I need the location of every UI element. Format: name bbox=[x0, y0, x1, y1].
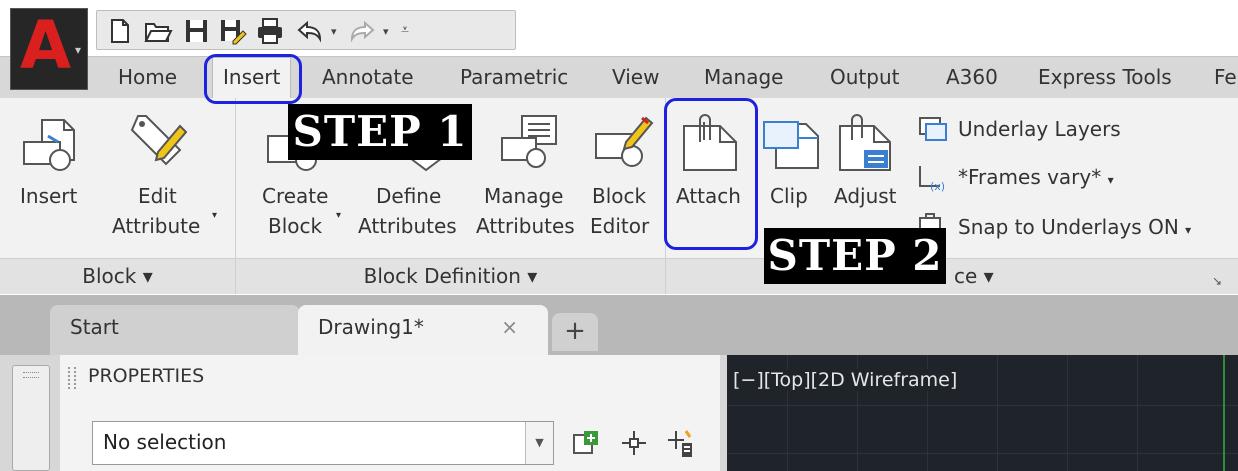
tab-view[interactable]: View bbox=[612, 65, 659, 89]
tab-drawing1[interactable]: Drawing1* × bbox=[298, 305, 548, 355]
underlay-layers-button[interactable]: Underlay Layers bbox=[916, 114, 1216, 144]
tab-start[interactable]: Start bbox=[50, 305, 300, 355]
reference-panel-title[interactable]: ce ▾ bbox=[666, 258, 1238, 294]
chevron-down-icon: ▾ bbox=[75, 43, 82, 57]
snap-to-underlays-label: Snap to Underlays ON ▾ bbox=[958, 215, 1192, 239]
grid-line bbox=[727, 453, 1238, 454]
quick-select-icon[interactable] bbox=[664, 427, 696, 459]
insert-button[interactable]: Insert bbox=[20, 182, 77, 210]
toggle-pickadd-icon[interactable] bbox=[570, 427, 602, 459]
snap-to-underlays-dropdown[interactable]: Snap to Underlays ON ▾ bbox=[916, 212, 1238, 242]
insert-block-icon[interactable] bbox=[22, 116, 86, 172]
tab-annotate[interactable]: Annotate bbox=[322, 65, 414, 89]
close-icon[interactable]: × bbox=[501, 305, 518, 349]
undo-icon[interactable] bbox=[295, 17, 325, 45]
clip-button[interactable]: Clip bbox=[770, 182, 808, 210]
create-block-label-1[interactable]: Create bbox=[262, 182, 328, 210]
selection-dropdown[interactable]: No selection ▼ bbox=[92, 421, 554, 465]
customize-icon[interactable]: ⩡ bbox=[401, 22, 409, 38]
palette-strip[interactable] bbox=[12, 365, 50, 471]
application-menu-button[interactable]: A ▾ bbox=[10, 8, 88, 90]
save-icon[interactable] bbox=[181, 17, 211, 45]
tab-drawing1-label: Drawing1* bbox=[318, 315, 424, 339]
create-block-dropdown-icon[interactable]: ▾ bbox=[336, 202, 341, 230]
new-tab-button[interactable]: + bbox=[552, 313, 598, 351]
edit-attribute-label-1[interactable]: Edit bbox=[138, 182, 177, 210]
insert-tab-highlight bbox=[204, 54, 302, 104]
define-attributes-label-1[interactable]: Define bbox=[376, 182, 441, 210]
edit-attribute-dropdown-icon[interactable]: ▾ bbox=[212, 202, 217, 230]
step-1-label: STEP 1 bbox=[288, 104, 472, 160]
manage-attributes-label-1[interactable]: Manage bbox=[484, 182, 563, 210]
properties-title: PROPERTIES bbox=[88, 365, 205, 387]
underlay-layers-label: Underlay Layers bbox=[958, 117, 1121, 141]
viewport-controls[interactable]: [−][Top][2D Wireframe] bbox=[733, 369, 958, 391]
title-bar: ▾ ▾ ⩡ bbox=[0, 0, 1238, 56]
tab-a360[interactable]: A360 bbox=[946, 65, 998, 89]
block-editor-label-1[interactable]: Block bbox=[592, 182, 646, 210]
frames-vary-label: *Frames vary* ▾ bbox=[958, 165, 1114, 189]
open-icon[interactable] bbox=[143, 17, 173, 45]
edit-attribute-icon[interactable] bbox=[128, 112, 192, 172]
clip-icon[interactable] bbox=[762, 118, 822, 172]
underlay-layers-icon bbox=[916, 114, 950, 144]
palette-grip-icon[interactable] bbox=[68, 367, 76, 389]
tab-start-label: Start bbox=[70, 315, 119, 339]
create-block-label-2[interactable]: Block bbox=[268, 212, 322, 240]
properties-palette: PROPERTIES No selection ▼ bbox=[60, 355, 720, 471]
drawing-viewport[interactable]: [−][Top][2D Wireframe] bbox=[727, 355, 1238, 471]
manage-attributes-icon[interactable] bbox=[498, 112, 562, 172]
frames-vary-dropdown[interactable]: (x) *Frames vary* ▾ bbox=[916, 162, 1216, 193]
block-panel-title[interactable]: Block ▾ bbox=[0, 258, 235, 294]
selection-value: No selection bbox=[103, 430, 227, 454]
block-editor-icon[interactable] bbox=[592, 112, 656, 172]
y-axis-line bbox=[1223, 355, 1225, 471]
tab-manage[interactable]: Manage bbox=[704, 65, 783, 89]
new-icon[interactable] bbox=[105, 17, 135, 45]
edit-attribute-label-2[interactable]: Attribute bbox=[112, 212, 200, 240]
block-panel: Insert Edit Attribute ▾ Block ▾ bbox=[0, 98, 236, 294]
frame-icon: (x) bbox=[916, 162, 950, 193]
save-as-icon[interactable] bbox=[217, 17, 247, 45]
grip-icon[interactable] bbox=[23, 372, 39, 378]
tab-output[interactable]: Output bbox=[830, 65, 899, 89]
attach-highlight bbox=[664, 98, 758, 250]
redo-icon[interactable] bbox=[347, 17, 377, 45]
svg-text:(x): (x) bbox=[930, 180, 945, 192]
step-2-label: STEP 2 bbox=[764, 228, 946, 284]
manage-attributes-label-2[interactable]: Attributes bbox=[476, 212, 575, 240]
define-attributes-label-2[interactable]: Attributes bbox=[358, 212, 457, 240]
tab-featured-apps[interactable]: Fe bbox=[1214, 65, 1237, 89]
print-icon[interactable] bbox=[255, 17, 285, 45]
tab-parametric[interactable]: Parametric bbox=[460, 65, 568, 89]
redo-dropdown-icon[interactable]: ▾ bbox=[383, 25, 389, 38]
ribbon-tab-bar: Home Insert Annotate Parametric View Man… bbox=[0, 56, 1238, 99]
chevron-down-icon[interactable]: ▼ bbox=[525, 422, 553, 464]
select-objects-icon[interactable] bbox=[618, 427, 650, 459]
tab-express-tools[interactable]: Express Tools bbox=[1038, 65, 1172, 89]
quick-access-toolbar: ▾ ▾ ⩡ bbox=[96, 10, 516, 50]
block-editor-label-2[interactable]: Editor bbox=[590, 212, 649, 240]
file-tab-bar: Start Drawing1* × + bbox=[0, 295, 1238, 355]
grid-line bbox=[727, 405, 1238, 406]
adjust-icon[interactable] bbox=[836, 112, 898, 174]
panel-launcher-icon[interactable]: ↘ bbox=[1212, 274, 1222, 288]
block-definition-panel-title[interactable]: Block Definition ▾ bbox=[236, 258, 665, 294]
undo-dropdown-icon[interactable]: ▾ bbox=[331, 25, 337, 38]
tab-home[interactable]: Home bbox=[118, 65, 177, 89]
ribbon: Insert Edit Attribute ▾ Block ▾ Create B… bbox=[0, 98, 1238, 294]
autocad-logo-icon: A bbox=[20, 7, 72, 84]
workspace: PROPERTIES No selection ▼ [−][Top][2D Wi… bbox=[0, 355, 1238, 471]
adjust-button[interactable]: Adjust bbox=[834, 182, 897, 210]
